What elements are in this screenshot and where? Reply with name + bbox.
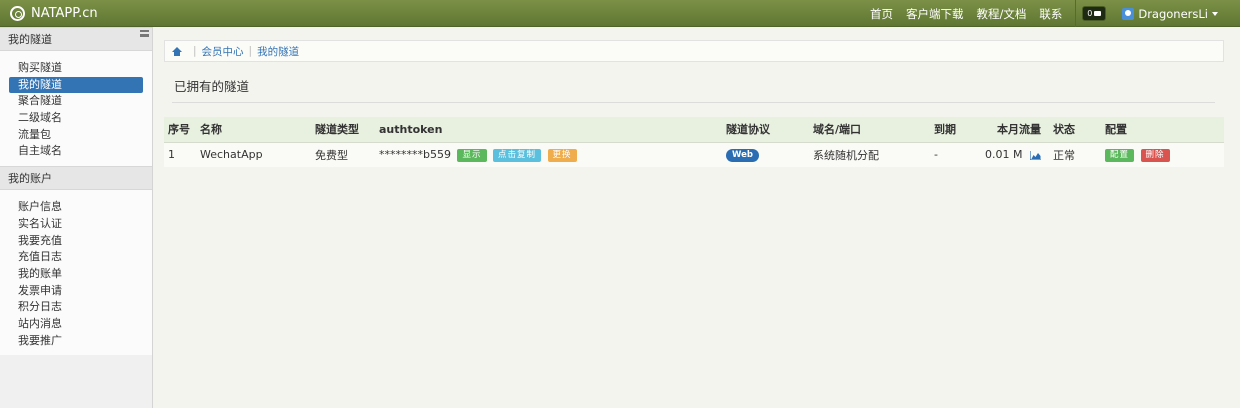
- nav-link-docs[interactable]: 教程/文档: [976, 6, 1026, 22]
- sidebar-section-tunnels: 我的隧道: [0, 27, 152, 51]
- top-navbar: NATAPP.cn 首页 客户端下载 教程/文档 联系 0 DragonersL…: [0, 0, 1240, 27]
- nav-link-client-download[interactable]: 客户端下载: [906, 6, 964, 22]
- delete-button[interactable]: 删除: [1140, 148, 1170, 162]
- sidebar-item-my-bills[interactable]: 我的账单: [9, 266, 143, 283]
- col-name: 名称: [196, 117, 311, 143]
- sidebar-item-referral[interactable]: 我要推广: [9, 333, 143, 350]
- sidebar-item-account-info[interactable]: 账户信息: [9, 199, 143, 216]
- row-status: 正常: [1053, 148, 1075, 162]
- nav-link-contact[interactable]: 联系: [1039, 6, 1062, 22]
- sidebar-tunnel-items: 购买隧道 我的隧道 聚合隧道 二级域名 流量包 自主域名: [0, 51, 152, 167]
- sidebar-item-subdomain[interactable]: 二级域名: [9, 110, 143, 127]
- message-count: 0: [1087, 9, 1093, 18]
- home-icon[interactable]: [172, 46, 182, 56]
- breadcrumb-separator: |: [193, 45, 197, 57]
- page-title: 已拥有的隧道: [174, 79, 250, 94]
- sidebar-item-traffic-pack[interactable]: 流量包: [9, 127, 143, 144]
- sidebar-item-custom-domain[interactable]: 自主域名: [9, 143, 143, 160]
- row-type: 免费型: [315, 148, 348, 162]
- change-token-button[interactable]: 更换: [547, 148, 577, 162]
- nav-links: 首页 客户端下载 教程/文档 联系 0 DragonersLi: [870, 0, 1240, 27]
- row-traffic-cell: 0.01 M: [970, 142, 1049, 167]
- sidebar-item-invoice[interactable]: 发票申请: [9, 283, 143, 300]
- col-index: 序号: [164, 117, 196, 143]
- area-chart-icon[interactable]: [1030, 150, 1041, 160]
- row-protocol-cell: Web: [722, 142, 809, 167]
- envelope-icon: [1094, 11, 1102, 16]
- sidebar-item-verification[interactable]: 实名认证: [9, 216, 143, 233]
- show-token-button[interactable]: 显示: [457, 148, 487, 162]
- nav-link-home[interactable]: 首页: [870, 6, 893, 22]
- sidebar-section-account: 我的账户: [0, 166, 152, 191]
- main-content: | 会员中心 | 我的隧道 已拥有的隧道 序号 名称 隧道类型 authtoke…: [164, 40, 1224, 167]
- row-domain: 系统随机分配: [813, 148, 879, 162]
- col-type: 隧道类型: [311, 117, 375, 143]
- col-protocol: 隧道协议: [722, 117, 809, 143]
- brand-logo[interactable]: NATAPP.cn: [10, 4, 98, 23]
- table-row: 1 WechatApp 免费型 ********b559 显示 点击复制 更换 …: [164, 142, 1224, 167]
- row-expiry: -: [934, 148, 938, 162]
- sidebar-item-recharge-log[interactable]: 充值日志: [9, 249, 143, 266]
- menu-icon[interactable]: [140, 30, 149, 37]
- col-status: 状态: [1049, 117, 1101, 143]
- row-index: 1: [168, 148, 175, 162]
- config-button[interactable]: 配置: [1105, 148, 1135, 162]
- sidebar-item-aggregate-tunnel[interactable]: 聚合隧道: [9, 93, 143, 110]
- protocol-badge: Web: [726, 149, 759, 163]
- row-authtoken: ********b559: [379, 148, 451, 161]
- sidebar-account-items: 账户信息 实名认证 我要充值 充值日志 我的账单 发票申请 积分日志 站内消息 …: [0, 190, 152, 356]
- message-button[interactable]: 0: [1082, 6, 1107, 21]
- user-name: DragonersLi: [1138, 6, 1208, 21]
- tunnel-table: 序号 名称 隧道类型 authtoken 隧道协议 域名/端口 到期 本月流量 …: [164, 117, 1224, 167]
- breadcrumb-member-center[interactable]: 会员中心: [202, 44, 244, 59]
- row-traffic: 0.01 M: [985, 148, 1023, 162]
- title-divider: [172, 102, 1215, 103]
- user-menu[interactable]: DragonersLi: [1122, 7, 1218, 21]
- table-header-row: 序号 名称 隧道类型 authtoken 隧道协议 域名/端口 到期 本月流量 …: [164, 117, 1224, 143]
- col-config: 配置: [1101, 117, 1224, 143]
- col-expiry: 到期: [930, 117, 970, 143]
- sidebar-item-buy-tunnel[interactable]: 购买隧道: [9, 60, 143, 77]
- brand-name: NATAPP.cn: [31, 6, 98, 21]
- sidebar-item-my-tunnels[interactable]: 我的隧道: [9, 76, 143, 94]
- col-authtoken: authtoken: [375, 117, 722, 143]
- breadcrumb-separator: |: [248, 45, 253, 57]
- col-domain: 域名/端口: [809, 117, 930, 143]
- col-traffic: 本月流量: [970, 117, 1049, 143]
- sidebar-item-messages[interactable]: 站内消息: [9, 316, 143, 333]
- breadcrumb: | 会员中心 | 我的隧道: [164, 40, 1224, 62]
- sidebar-item-recharge[interactable]: 我要充值: [9, 233, 143, 250]
- natapp-logo-icon: [10, 6, 25, 21]
- copy-token-button[interactable]: 点击复制: [493, 148, 542, 162]
- row-authtoken-cell: ********b559 显示 点击复制 更换: [375, 142, 722, 167]
- breadcrumb-my-tunnels[interactable]: 我的隧道: [257, 44, 299, 59]
- row-config-cell: 配置 删除: [1101, 142, 1224, 167]
- row-name: WechatApp: [200, 148, 263, 162]
- sidebar-item-points-log[interactable]: 积分日志: [9, 299, 143, 316]
- user-icon: [1122, 7, 1135, 20]
- nav-divider: [1075, 0, 1077, 27]
- chevron-down-icon: [1212, 11, 1218, 16]
- sidebar: 我的隧道 购买隧道 我的隧道 聚合隧道 二级域名 流量包 自主域名 我的账户 账…: [0, 27, 153, 408]
